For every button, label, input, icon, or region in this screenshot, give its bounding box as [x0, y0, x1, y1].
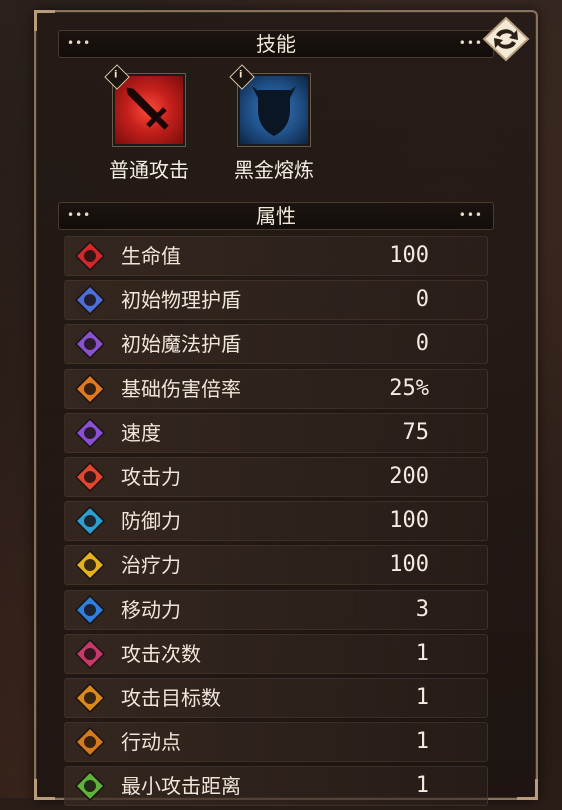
attribute-label: 攻击次数 — [121, 641, 201, 666]
attributes-section-title: 属性 — [256, 204, 296, 228]
physical-shield-icon — [74, 285, 106, 316]
attribute-row: 速度 75 — [64, 412, 488, 453]
attribute-row: 攻击次数 1 — [64, 633, 488, 674]
attribute-value: 100 — [389, 508, 429, 534]
attribute-label: 速度 — [121, 420, 161, 445]
attribute-row: 初始魔法护盾 0 — [64, 324, 488, 365]
attribute-row: 基础伤害倍率 25% — [64, 368, 488, 409]
swap-icon — [482, 16, 530, 62]
attribute-value: 1 — [415, 684, 429, 710]
attribute-value: 0 — [415, 331, 429, 357]
attribute-value: 25% — [389, 375, 429, 401]
attribute-row: 治疗力 100 — [64, 545, 488, 586]
attribute-label: 攻击目标数 — [121, 685, 221, 710]
attribute-label: 攻击力 — [121, 464, 181, 489]
attribute-label: 行动点 — [121, 730, 181, 755]
attribute-row: 行动点 1 — [64, 722, 488, 763]
attribute-row: 生命值 100 — [64, 236, 488, 276]
attribute-value: 1 — [415, 773, 429, 799]
corner-ornament — [34, 779, 55, 800]
attribute-row: 初始物理护盾 0 — [64, 280, 488, 321]
attribute-value: 1 — [415, 640, 429, 666]
defense-icon — [74, 506, 106, 537]
attack-icon — [74, 461, 106, 492]
attribute-label: 初始魔法护盾 — [121, 332, 241, 357]
attribute-label: 基础伤害倍率 — [121, 376, 241, 401]
attribute-label: 最小攻击距离 — [121, 774, 241, 799]
attribute-row: 最小攻击距离 1 — [64, 766, 488, 807]
target-count-icon — [74, 682, 106, 713]
skills-section-header: ••• 技能 ••• — [58, 30, 494, 58]
speed-icon — [74, 417, 106, 448]
ornament-dots: ••• — [458, 208, 483, 222]
attribute-label: 生命值 — [121, 244, 181, 268]
attack-count-icon — [74, 638, 106, 669]
shield-icon — [252, 86, 296, 136]
attribute-value: 75 — [402, 419, 430, 445]
skill-name: 普通攻击 — [109, 158, 189, 182]
attribute-list: 生命值 100 初始物理护盾 0 初始魔法护盾 0 基础伤害倍率 25% 速度 75 攻击力 200 防… — [64, 236, 488, 810]
heart-icon — [74, 240, 106, 272]
attribute-row: 移动力 3 — [64, 589, 488, 630]
heal-icon — [74, 550, 106, 581]
corner-ornament — [517, 779, 538, 800]
skill-black-gold-smelting[interactable]: i 黑金熔炼 — [219, 64, 329, 183]
action-point-icon — [74, 727, 106, 758]
sword-icon — [126, 87, 169, 130]
attribute-row: 攻击力 200 — [64, 456, 488, 497]
attributes-section-header: ••• 属性 ••• — [58, 202, 494, 230]
attribute-value: 3 — [415, 596, 429, 622]
skill-icon-frame — [113, 74, 185, 146]
min-range-icon — [74, 771, 106, 802]
magic-shield-icon — [74, 329, 106, 360]
attribute-label: 移动力 — [121, 597, 181, 622]
attribute-label: 初始物理护盾 — [121, 288, 241, 313]
attribute-label: 防御力 — [121, 509, 181, 534]
attribute-value: 100 — [389, 552, 429, 578]
damage-multiplier-icon — [74, 373, 106, 404]
skills-section-title: 技能 — [256, 32, 296, 56]
attribute-row: 攻击目标数 1 — [64, 677, 488, 718]
ornament-dots: ••• — [458, 36, 483, 50]
movement-icon — [74, 594, 106, 625]
attribute-row: 防御力 100 — [64, 501, 488, 542]
skill-name: 黑金熔炼 — [234, 158, 314, 182]
corner-ornament — [34, 10, 55, 31]
attribute-value: 200 — [389, 463, 429, 489]
skill-normal-attack[interactable]: i 普通攻击 — [94, 64, 204, 183]
attribute-label: 治疗力 — [121, 553, 181, 578]
attribute-value: 0 — [415, 287, 429, 313]
attribute-value: 100 — [389, 243, 429, 268]
skill-icon-frame — [238, 74, 310, 146]
swap-button[interactable] — [481, 16, 531, 62]
attribute-value: 1 — [415, 729, 429, 755]
